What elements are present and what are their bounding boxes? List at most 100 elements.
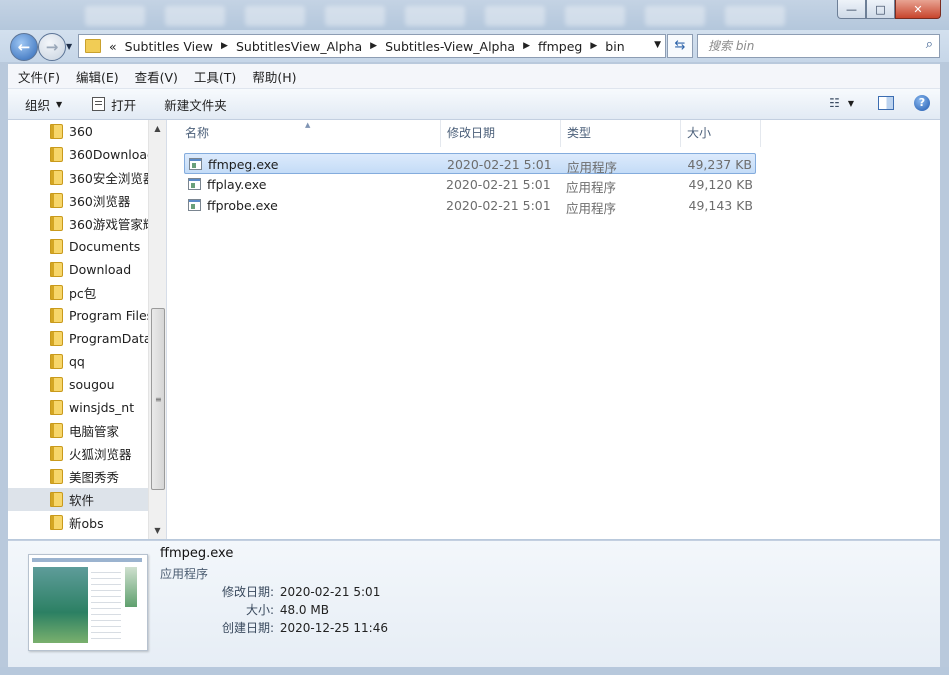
menu-edit[interactable]: 编辑(E) [76,67,119,86]
breadcrumb-separator-icon[interactable]: ▶ [370,41,377,51]
breadcrumb-separator-icon[interactable]: ▶ [590,41,597,51]
breadcrumb-item[interactable]: Subtitles-View_Alpha [385,39,515,54]
open-button[interactable]: 打开 [92,95,136,114]
change-view-icon[interactable]: ☷ [829,96,840,110]
column-header-size[interactable]: 大小 [681,120,761,147]
tree-item-label: 360 [69,124,93,139]
folder-icon [50,469,63,484]
folder-icon [50,216,63,231]
column-header-type[interactable]: 类型 [561,120,681,147]
file-name: ffmpeg.exe [208,157,279,172]
tree-item[interactable]: 电脑管家 [8,419,149,442]
tree-item-label: ProgramData [69,331,149,346]
tree-item[interactable]: Documents [8,235,149,258]
blurred-taskbar-item [245,6,305,26]
menu-help[interactable]: 帮助(H) [252,67,296,86]
blurred-taskbar-item [405,6,465,26]
tree-item[interactable]: sougou [8,373,149,396]
details-file-name: ffmpeg.exe [160,546,234,561]
tree-item-label: winsjds_nt [69,400,135,415]
scrollbar-thumb[interactable]: ≡ [151,308,165,490]
column-header-name[interactable]: 名称 ▲ [167,120,441,147]
menu-tools[interactable]: 工具(T) [194,67,236,86]
title-bar[interactable]: — □ ✕ [0,0,949,30]
close-button[interactable]: ✕ [895,0,941,19]
folder-icon [50,400,63,415]
breadcrumb-overflow-icon[interactable]: « [109,39,117,54]
column-header-modified[interactable]: 修改日期 [441,120,561,147]
chevron-down-icon[interactable]: ▼ [848,99,854,108]
recent-pages-dropdown[interactable]: ▼ [66,42,72,51]
breadcrumb-separator-icon[interactable]: ▶ [221,41,228,51]
details-label: 修改日期: [221,585,274,599]
tree-item-label: 360游戏管家辉 [69,217,149,232]
breadcrumb-item[interactable]: bin [605,39,624,54]
blurred-taskbar-item [565,6,625,26]
maximize-button[interactable]: □ [866,0,895,19]
file-row[interactable]: ffmpeg.exe 2020-02-21 5:01 应用程序 49,237 K… [184,153,756,175]
folder-icon [50,423,63,438]
search-input[interactable] [706,35,910,57]
details-label: 大小: [245,603,274,617]
file-type: 应用程序 [566,180,617,195]
scroll-down-icon[interactable]: ▼ [149,522,166,539]
tree-item[interactable]: Download [8,258,149,281]
minimize-button[interactable]: — [837,0,866,19]
scroll-up-icon[interactable]: ▲ [149,120,166,137]
tree-item-label: 新obs [69,516,104,531]
tree-item[interactable]: pc包 [8,281,149,304]
tree-item[interactable]: ProgramData [8,327,149,350]
column-label: 名称 [185,126,210,140]
blurred-taskbar-item [725,6,785,26]
tree-item[interactable]: qq [8,350,149,373]
tree-item-label: qq [69,354,85,369]
file-row[interactable]: ffprobe.exe 2020-02-21 5:01 应用程序 49,143 … [184,195,756,216]
organize-button[interactable]: 组织 ▼ [25,95,62,114]
search-icon[interactable]: ⌕ [926,37,933,52]
breadcrumb-separator-icon[interactable]: ▶ [523,41,530,51]
address-bar[interactable]: « Subtitles View ▶ SubtitlesView_Alpha ▶… [78,34,666,58]
open-label: 打开 [111,97,137,113]
forward-arrow-icon: → [45,38,59,56]
folder-icon [50,331,63,346]
details-file-type: 应用程序 [160,567,209,581]
breadcrumb-item[interactable]: ffmpeg [538,39,582,54]
tree-item-label: Documents [69,239,141,254]
tree-item[interactable]: 美图秀秀 [8,465,149,488]
file-row[interactable]: ffplay.exe 2020-02-21 5:01 应用程序 49,120 K… [184,174,756,195]
tree-item[interactable]: 360游戏管家辉 [8,212,149,235]
new-folder-button[interactable]: 新建文件夹 [164,95,227,114]
folder-icon [50,492,63,507]
menu-file[interactable]: 文件(F) [18,67,60,86]
close-icon: ✕ [913,2,923,16]
window-controls: — □ ✕ [837,0,941,20]
refresh-button[interactable]: ⇆ [667,34,693,58]
tree-item-selected[interactable]: 软件 [8,488,149,511]
breadcrumb-item[interactable]: Subtitles View [125,39,213,54]
file-modified: 2020-02-21 5:01 [447,157,552,172]
forward-button[interactable]: → [38,33,66,61]
breadcrumb-item[interactable]: SubtitlesView_Alpha [236,39,362,54]
minimize-icon: — [846,2,857,16]
chevron-down-icon[interactable]: ▼ [654,40,661,50]
tree-item[interactable]: 360 [8,120,149,143]
file-name: ffplay.exe [207,177,267,192]
menu-view[interactable]: 查看(V) [135,67,178,86]
tree-item[interactable]: 360Download [8,143,149,166]
command-bar: 组织 ▼ 打开 新建文件夹 ☷ ▼ ? [8,89,940,120]
tree-item-label: Program Files [69,308,149,323]
help-icon[interactable]: ? [914,95,930,111]
details-pane: ffmpeg.exe 应用程序 修改日期: 2020-02-21 5:01 大小… [8,540,940,668]
folder-icon [50,262,63,277]
search-box[interactable]: ⌕ [697,34,940,58]
tree-item[interactable]: 新obs [8,511,149,534]
tree-item[interactable]: 360安全浏览器 [8,166,149,189]
preview-pane-icon[interactable] [878,96,894,110]
tree-scrollbar[interactable]: ▲ ≡ ▼ [148,120,166,539]
tree-item[interactable]: 火狐浏览器 [8,442,149,465]
tree-item[interactable]: winsjds_nt [8,396,149,419]
tree-item[interactable]: 360浏览器 [8,189,149,212]
tree-item[interactable]: Program Files [8,304,149,327]
back-button[interactable]: ← [10,33,38,61]
folder-icon [50,285,63,300]
